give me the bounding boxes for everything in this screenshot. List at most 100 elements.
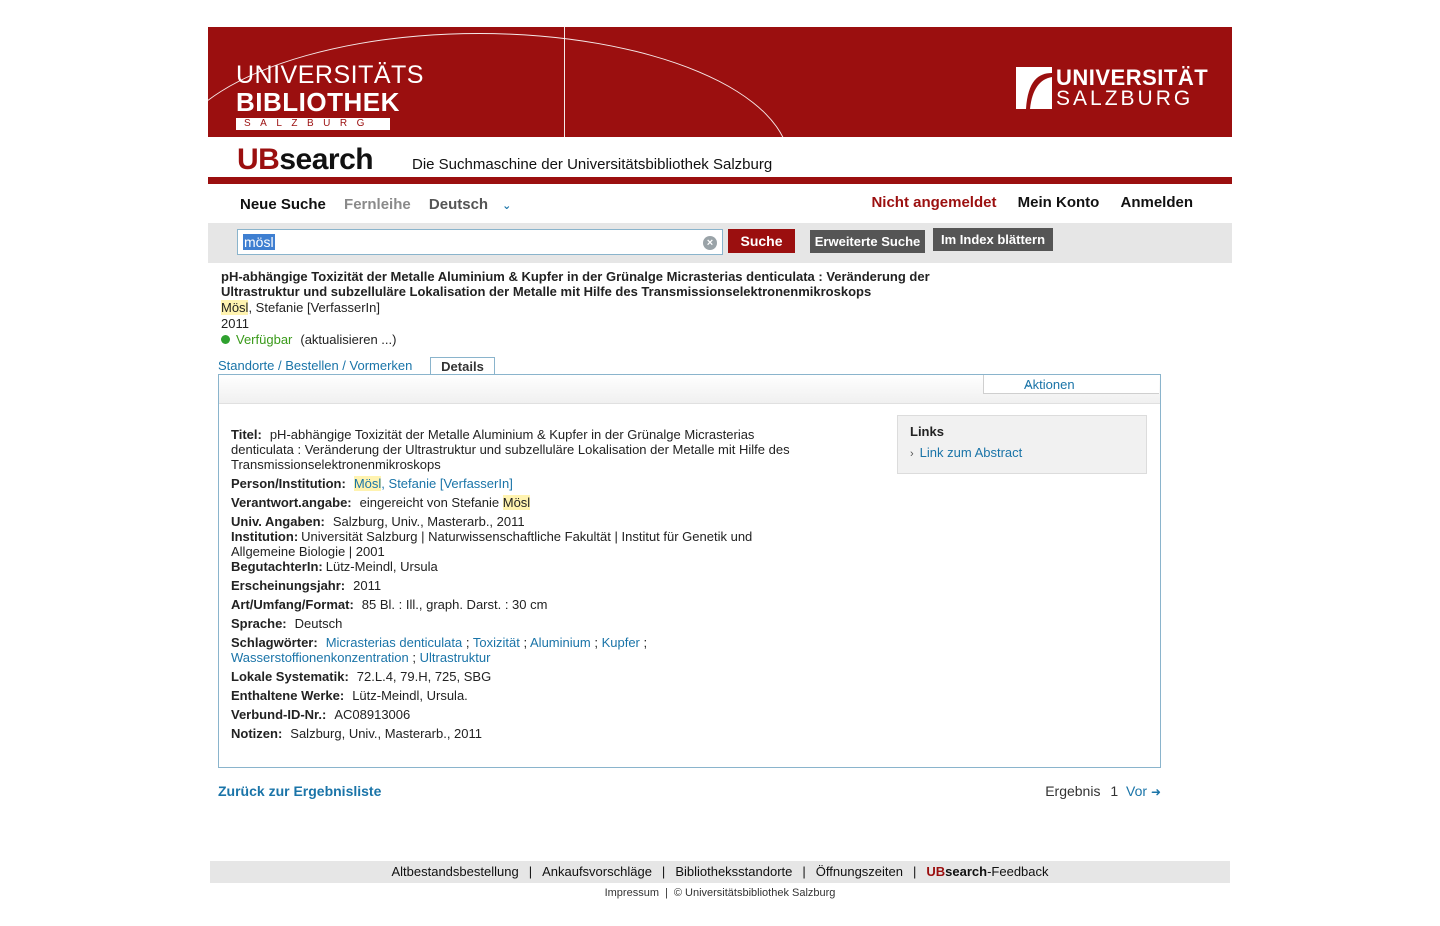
feedback-ub: UB: [926, 864, 946, 879]
field-univ: Univ. Angaben: Salzburg, Univ., Masterarb…: [231, 514, 791, 529]
search-button[interactable]: Suche: [728, 229, 795, 253]
field-label: Enthaltene Werke:: [231, 688, 345, 703]
field-value: 2011: [353, 578, 382, 593]
clear-icon[interactable]: ×: [703, 236, 717, 250]
subject-link[interactable]: Toxizität: [473, 635, 520, 650]
footer-links: Altbestandsbestellung | Ankaufsvorschläge |…: [210, 861, 1230, 883]
university-name-line-2: SALZBURG: [1056, 87, 1194, 110]
details-panel: Aktionen ⌄ Titel: pH-abhängige Toxizität d…: [218, 374, 1161, 768]
subject-separator: ;: [643, 635, 648, 650]
field-label: Titel:: [231, 427, 262, 442]
arrow-right-icon: ➜: [1150, 785, 1161, 799]
author-highlight: Mösl: [221, 300, 249, 315]
tab-locations[interactable]: Standorte / Bestellen / Vormerken: [218, 358, 412, 373]
nav-login[interactable]: Anmelden: [1120, 194, 1193, 211]
field-reviewer: BegutachterIn: Lütz-Meindl, Ursula: [231, 559, 791, 574]
nav-fernleihe[interactable]: Fernleihe: [344, 196, 411, 213]
tab-details[interactable]: Details: [430, 357, 495, 375]
university-logo[interactable]: UNIVERSITÄT SALZBURG: [1016, 67, 1208, 109]
language-dropdown[interactable]: Deutsch ⌄: [429, 196, 525, 213]
footer-link[interactable]: Bibliotheksstandorte: [675, 864, 792, 879]
details-fields: Titel: pH-abhängige Toxizität der Metalle…: [231, 427, 791, 745]
responsibility-highlight: Mösl: [502, 495, 531, 510]
logo-line-2: BIBLIOTHEK: [236, 87, 400, 117]
subject-link[interactable]: Micrasterias denticulata: [326, 635, 463, 650]
footer-link[interactable]: Altbestandsbestellung: [391, 864, 518, 879]
language-label: Deutsch: [428, 196, 489, 213]
footer-link[interactable]: Ankaufsvorschläge: [542, 864, 652, 879]
refresh-availability[interactable]: (aktualisieren ...): [300, 332, 396, 347]
field-value: 72.L.4, 79.H, 725, SBG: [356, 669, 492, 684]
field-institution: Institution: Universität Salzburg | Natur…: [231, 529, 791, 559]
field-systematics: Lokale Systematik: 72.L.4, 79.H, 725, SBG: [231, 669, 791, 684]
search-input-value: mösl: [243, 234, 275, 250]
details-toolbar: Aktionen ⌄: [219, 375, 1160, 404]
ubsearch-tagline: Die Suchmaschine der Universitätsbibliot…: [412, 156, 773, 173]
abstract-link-item[interactable]: › Link zum Abstract: [910, 445, 1022, 460]
person-link[interactable]: Mösl, Stefanie [VerfasserIn]: [353, 476, 513, 491]
availability: Verfügbar (aktualisieren ...): [221, 332, 941, 347]
subject-separator: ;: [412, 650, 417, 665]
login-status: Nicht angemeldet: [871, 194, 997, 211]
field-label: Person/Institution:: [231, 476, 346, 491]
availability-status: Verfügbar: [236, 332, 293, 347]
field-label: Schlagwörter:: [231, 635, 318, 650]
field-label: Verbund-ID-Nr.:: [231, 707, 327, 722]
subject-link[interactable]: Kupfer: [602, 635, 640, 650]
university-name-line-1: UNIVERSITÄT: [1056, 65, 1209, 90]
field-value: Salzburg, Univ., Masterarb., 2011: [290, 726, 482, 741]
header-banner: UNIVERSITÄTS BIBLIOTHEK SALZBURG UNIVERS…: [208, 27, 1232, 137]
back-to-results-link[interactable]: Zurück zur Ergebnisliste: [218, 783, 381, 799]
record-title: pH-abhängige Toxizität der Metalle Alumi…: [221, 269, 930, 299]
field-label: Erscheinungsjahr:: [231, 578, 346, 593]
ubsearch-logo[interactable]: UBsearch: [237, 143, 374, 177]
next-result-link[interactable]: Vor ➜: [1126, 783, 1161, 799]
nav-my-account[interactable]: Mein Konto: [1018, 194, 1100, 211]
subject-separator: ;: [523, 635, 528, 650]
footer-link[interactable]: Öffnungszeiten: [816, 864, 903, 879]
ubsearch-header: UBsearch Die Suchmaschine der Universitä…: [208, 137, 1232, 184]
result-label: Ergebnis: [1045, 783, 1101, 799]
browse-index-button[interactable]: Im Index blättern: [933, 228, 1053, 251]
field-person: Person/Institution: Mösl, Stefanie [Verfa…: [231, 476, 791, 491]
footer-separator: |: [528, 864, 533, 879]
field-label: Univ. Angaben:: [231, 514, 325, 529]
university-mark-icon: [1016, 67, 1052, 109]
logo-line-1: UNIVERSITÄTS: [236, 61, 424, 89]
available-dot-icon: [221, 335, 230, 344]
feedback-link[interactable]: UBsearch-Feedback: [926, 864, 1048, 879]
impressum-link[interactable]: Impressum: [605, 887, 659, 899]
ub-library-logo[interactable]: UNIVERSITÄTS BIBLIOTHEK SALZBURG: [236, 63, 424, 130]
field-label: Notizen:: [231, 726, 283, 741]
advanced-search-button[interactable]: Erweiterte Suche: [810, 230, 925, 253]
field-value: Universität Salzburg | Naturwissenschaft…: [231, 529, 753, 559]
field-notes: Notizen: Salzburg, Univ., Masterarb., 201…: [231, 726, 791, 741]
feedback-rest: -Feedback: [987, 864, 1049, 879]
nav-new-search[interactable]: Neue Suche: [240, 196, 326, 213]
field-label: BegutachterIn:: [231, 559, 323, 574]
banner-divider: [564, 27, 565, 137]
actions-dropdown[interactable]: Aktionen ⌄: [983, 375, 1159, 394]
field-value: pH-abhängige Toxizität der Metalle Alumi…: [231, 427, 790, 472]
footer-separator: |: [661, 864, 666, 879]
chevron-down-icon: ⌄: [502, 200, 512, 212]
subject-link[interactable]: Ultrastruktur: [420, 650, 491, 665]
links-box: Links › Link zum Abstract: [897, 415, 1147, 474]
subject-link[interactable]: Aluminium: [530, 635, 591, 650]
record-author: Mösl, Stefanie [VerfasserIn]: [221, 300, 941, 315]
subject-link[interactable]: Wasserstoffionenkonzentration: [231, 650, 409, 665]
logo-line-3: SALZBURG: [236, 118, 390, 130]
field-value: Deutsch: [294, 616, 343, 631]
field-value: Salzburg, Univ., Masterarb., 2011: [332, 514, 525, 529]
chevron-right-icon: ›: [910, 448, 914, 460]
next-label: Vor: [1126, 783, 1148, 799]
footer-separator: |: [913, 864, 917, 879]
search-bar: mösl × Suche Erweiterte Suche Im Index b…: [208, 223, 1232, 263]
page: UNIVERSITÄTS BIBLIOTHEK SALZBURG UNIVERS…: [208, 27, 1232, 263]
author-rest: , Stefanie [VerfasserIn]: [248, 300, 380, 315]
field-format: Art/Umfang/Format: 85 Bl. : Ill., graph. …: [231, 597, 791, 612]
search-input[interactable]: mösl ×: [237, 229, 723, 255]
abstract-link[interactable]: Link zum Abstract: [920, 445, 1023, 460]
subject-separator: ;: [594, 635, 598, 650]
record-year: 2011: [221, 316, 249, 331]
